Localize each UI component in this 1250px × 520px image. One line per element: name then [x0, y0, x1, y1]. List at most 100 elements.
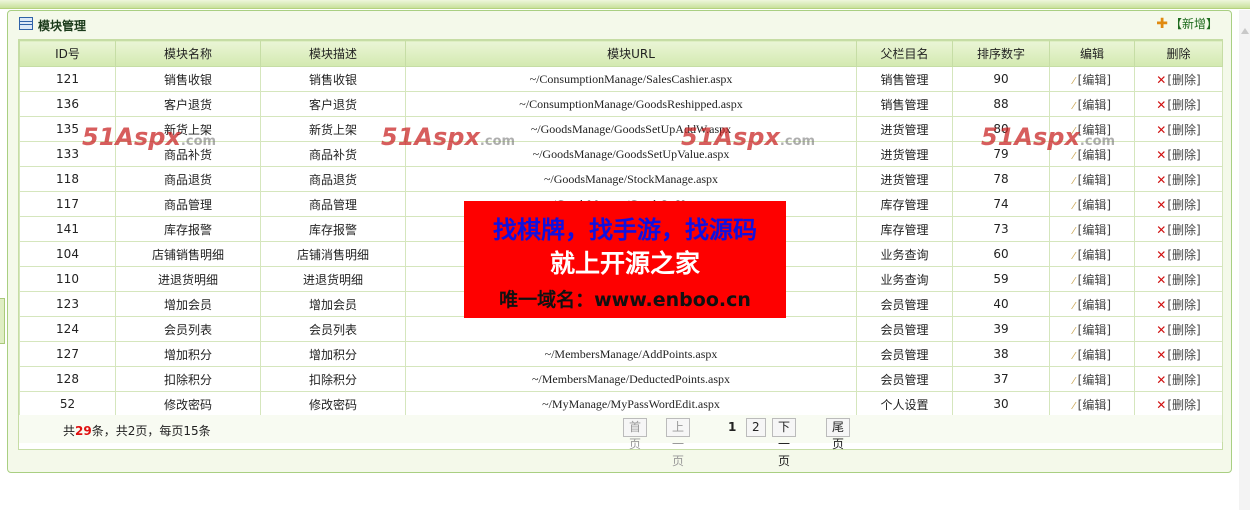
edit-label: [编辑]: [1077, 172, 1112, 187]
table-row: 121 销售收银 销售收银 ~/ConsumptionManage/SalesCash…: [19, 66, 1223, 92]
cell-order: 37: [952, 366, 1050, 392]
overlay-ad-banner[interactable]: 找棋牌，找手游，找源码 就上开源之家 唯一域名：www.enboo.cn: [464, 201, 786, 318]
col-header-id[interactable]: ID号: [19, 40, 116, 67]
edit-link[interactable]: ⁄[编辑]: [1073, 248, 1111, 262]
cell-module-name: 会员列表: [115, 316, 261, 342]
delete-link[interactable]: ✕[删除]: [1156, 198, 1200, 212]
delete-label: [删除]: [1167, 72, 1201, 87]
delete-link[interactable]: ✕[删除]: [1156, 298, 1200, 312]
edit-link[interactable]: ⁄[编辑]: [1073, 73, 1111, 87]
delete-label: [删除]: [1167, 322, 1201, 337]
edit-link[interactable]: ⁄[编辑]: [1073, 98, 1111, 112]
page-2-button[interactable]: 2: [746, 418, 766, 437]
next-page-button[interactable]: 下一页: [772, 418, 797, 468]
delete-link[interactable]: ✕[删除]: [1156, 248, 1200, 262]
pencil-icon: ⁄: [1072, 75, 1075, 87]
scroll-up-icon[interactable]: [1241, 28, 1249, 34]
table-row: 127 增加积分 增加积分 ~/MembersManage/AddPoints.asp…: [19, 341, 1223, 367]
edit-link[interactable]: ⁄[编辑]: [1073, 148, 1111, 162]
delete-x-icon: ✕: [1156, 247, 1167, 262]
delete-link[interactable]: ✕[删除]: [1156, 373, 1200, 387]
cell-module-url: ~/MembersManage/DeductedPoints.aspx: [405, 366, 857, 392]
delete-link[interactable]: ✕[删除]: [1156, 173, 1200, 187]
col-header-url[interactable]: 模块URL: [405, 40, 857, 67]
pencil-icon: ⁄: [1072, 400, 1075, 412]
delete-label: [删除]: [1167, 297, 1201, 312]
panel-header: 模块管理 ✚ 【新增】: [8, 11, 1231, 37]
last-page-button[interactable]: 尾页: [826, 418, 851, 451]
delete-link[interactable]: ✕[删除]: [1156, 223, 1200, 237]
cell-delete: ✕[删除]: [1134, 241, 1223, 267]
pencil-icon: ⁄: [1072, 250, 1075, 262]
edit-link[interactable]: ⁄[编辑]: [1073, 198, 1111, 212]
delete-x-icon: ✕: [1156, 197, 1167, 212]
delete-x-icon: ✕: [1156, 72, 1167, 87]
cell-module-name: 进退货明细: [115, 266, 261, 292]
edit-link[interactable]: ⁄[编辑]: [1073, 373, 1111, 387]
scrollbar[interactable]: [1239, 10, 1250, 510]
edit-link[interactable]: ⁄[编辑]: [1073, 223, 1111, 237]
edit-link[interactable]: ⁄[编辑]: [1073, 298, 1111, 312]
delete-link[interactable]: ✕[删除]: [1156, 348, 1200, 362]
prev-page-button[interactable]: 上一页: [666, 418, 691, 468]
delete-x-icon: ✕: [1156, 122, 1167, 137]
cell-module-desc: 修改密码: [260, 391, 406, 417]
delete-label: [删除]: [1167, 372, 1201, 387]
left-collapse-handle[interactable]: [0, 298, 5, 344]
pencil-icon: ⁄: [1072, 200, 1075, 212]
cell-parent: 销售管理: [856, 91, 953, 117]
col-header-name[interactable]: 模块名称: [115, 40, 261, 67]
cell-edit: ⁄[编辑]: [1049, 91, 1135, 117]
delete-label: [删除]: [1167, 272, 1201, 287]
cell-order: 80: [952, 116, 1050, 142]
edit-label: [编辑]: [1077, 72, 1112, 87]
ad-line-2: 就上开源之家: [549, 249, 700, 278]
edit-link[interactable]: ⁄[编辑]: [1073, 323, 1111, 337]
delete-link[interactable]: ✕[删除]: [1156, 148, 1200, 162]
current-page: 1: [728, 420, 737, 434]
delete-link[interactable]: ✕[删除]: [1156, 323, 1200, 337]
delete-link[interactable]: ✕[删除]: [1156, 98, 1200, 112]
cell-parent: 业务查询: [856, 241, 953, 267]
delete-link[interactable]: ✕[删除]: [1156, 398, 1200, 412]
edit-link[interactable]: ⁄[编辑]: [1073, 348, 1111, 362]
col-header-order[interactable]: 排序数字: [952, 40, 1050, 67]
edit-label: [编辑]: [1077, 347, 1112, 362]
cell-module-url: [405, 316, 857, 342]
cell-parent: 库存管理: [856, 216, 953, 242]
edit-link[interactable]: ⁄[编辑]: [1073, 273, 1111, 287]
table-row: 124 会员列表 会员列表 会员管理 39 ⁄ [编辑] ✕[删除]: [19, 316, 1223, 342]
edit-link[interactable]: ⁄[编辑]: [1073, 173, 1111, 187]
edit-label: [编辑]: [1077, 147, 1112, 162]
col-header-desc[interactable]: 模块描述: [260, 40, 406, 67]
delete-link[interactable]: ✕[删除]: [1156, 123, 1200, 137]
cell-edit: ⁄[编辑]: [1049, 66, 1135, 92]
cell-module-name: 扣除积分: [115, 366, 261, 392]
cell-module-name: 库存报警: [115, 216, 261, 242]
cell-delete: ✕[删除]: [1134, 191, 1223, 217]
edit-link[interactable]: ⁄[编辑]: [1073, 123, 1111, 137]
first-page-button[interactable]: 首页: [623, 418, 648, 451]
pencil-icon: ⁄: [1072, 325, 1075, 337]
cell-edit: ⁄[编辑]: [1049, 266, 1135, 292]
cell-edit: ⁄[编辑]: [1049, 141, 1135, 167]
delete-label: [删除]: [1167, 147, 1201, 162]
cell-parent: 进货管理: [856, 166, 953, 192]
cell-parent: 会员管理: [856, 341, 953, 367]
cell-order: 30: [952, 391, 1050, 417]
cell-parent: 会员管理: [856, 316, 953, 342]
table-row: 133 商品补货 商品补货 ~/GoodsManage/GoodsSetUpValue…: [19, 141, 1223, 167]
add-button[interactable]: ✚ 【新增】: [1156, 15, 1218, 32]
cell-edit: ⁄[编辑]: [1049, 366, 1135, 392]
delete-link[interactable]: ✕[删除]: [1156, 73, 1200, 87]
col-header-parent[interactable]: 父栏目名: [856, 40, 953, 67]
cell-parent: 库存管理: [856, 191, 953, 217]
cell-edit: ⁄[编辑]: [1049, 341, 1135, 367]
table-icon: [19, 17, 33, 30]
cell-delete: ✕[删除]: [1134, 166, 1223, 192]
cell-delete: ✕[删除]: [1134, 291, 1223, 317]
edit-link[interactable]: ⁄[编辑]: [1073, 398, 1111, 412]
cell-order: 60: [952, 241, 1050, 267]
cell-module-name: 店铺销售明细: [115, 241, 261, 267]
delete-link[interactable]: ✕[删除]: [1156, 273, 1200, 287]
